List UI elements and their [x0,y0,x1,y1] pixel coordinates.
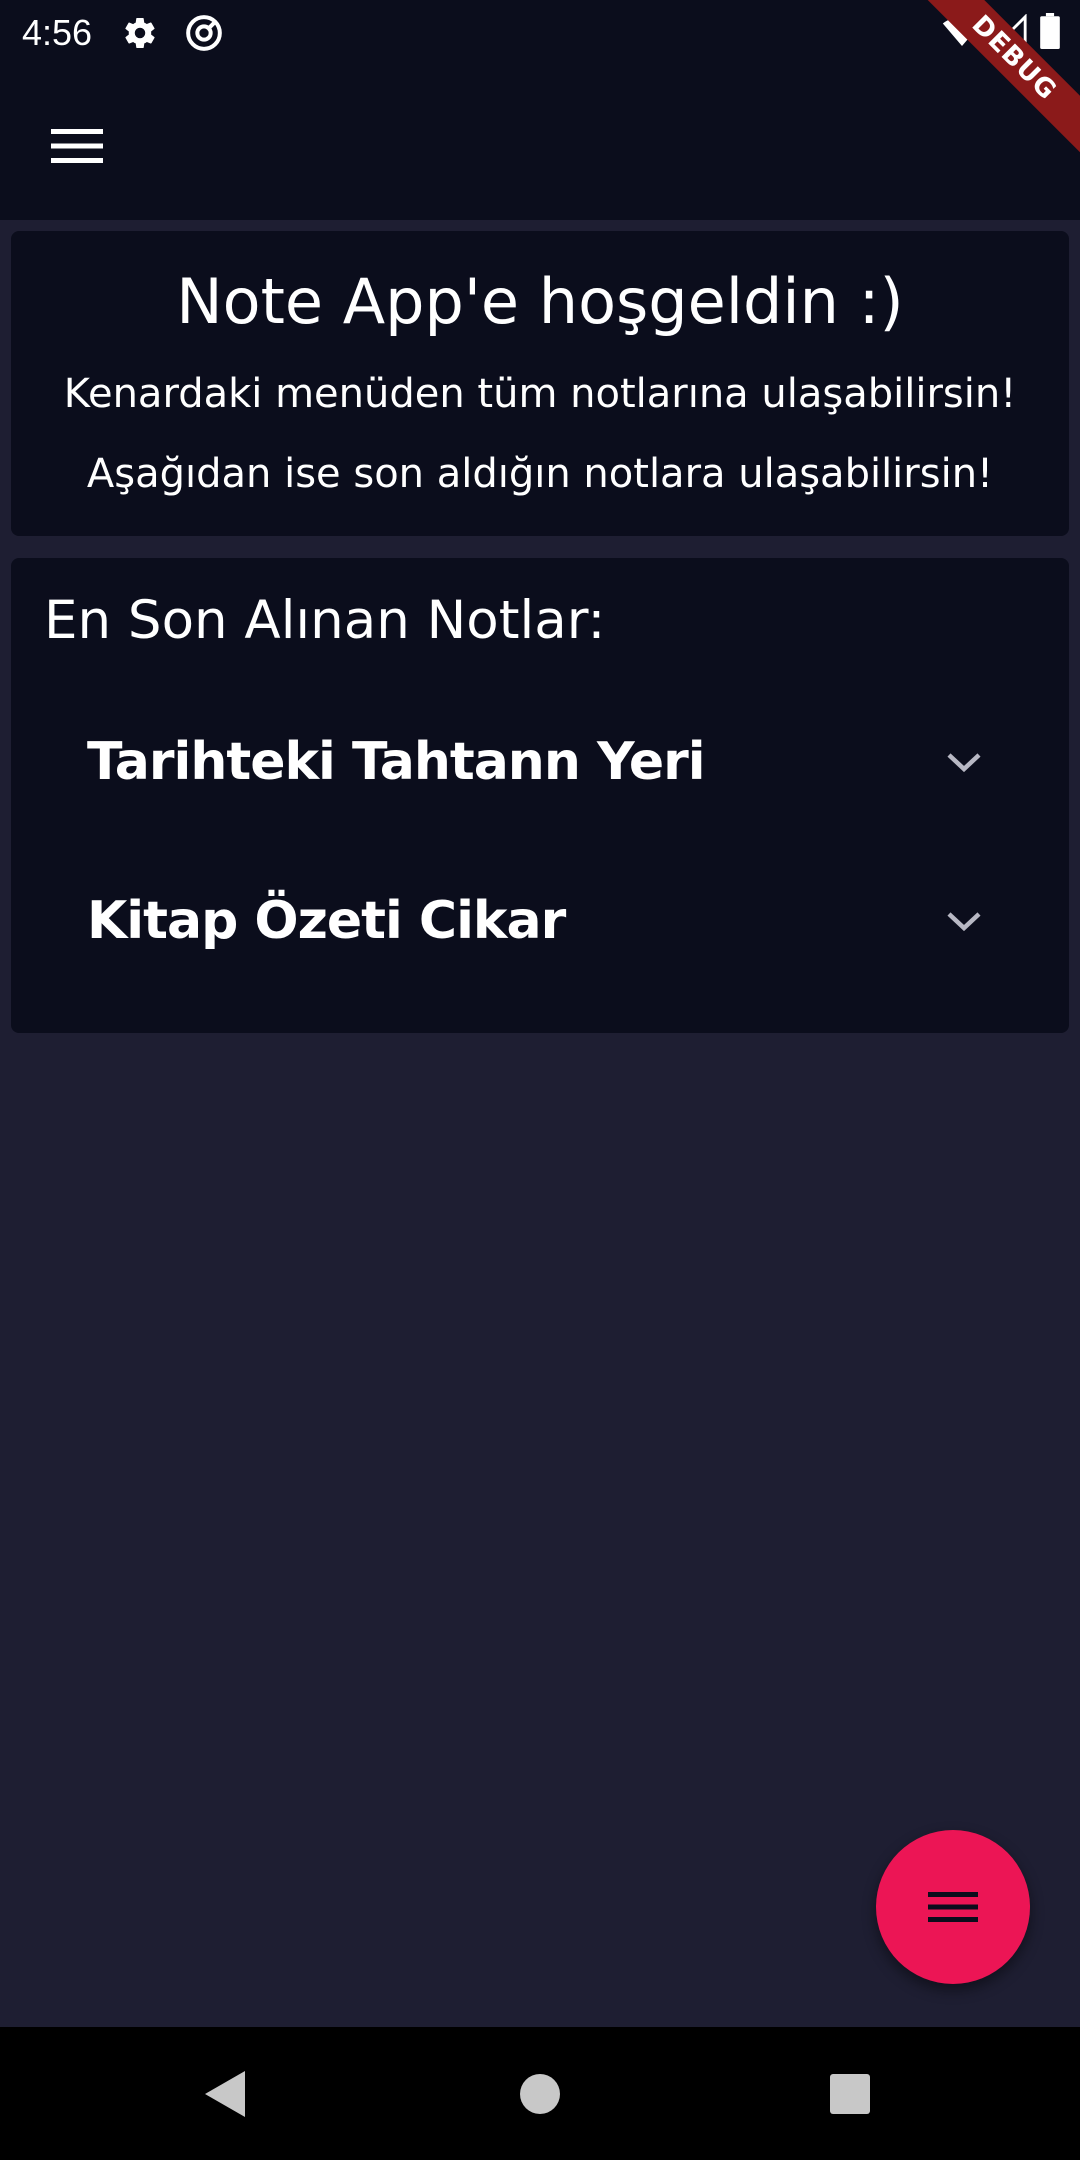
recent-notes-heading: En Son Alınan Notlar: [44,590,606,651]
status-time: 4:56 [22,12,93,53]
recent-notes-card: En Son Alınan Notlar: Tarihteki Tahtann … [11,558,1069,1033]
welcome-title: Note App'e hoşgeldin :) [176,265,904,338]
note-title: Kitap Özeti Cikar [87,891,566,951]
chevron-down-icon[interactable] [944,901,984,941]
app-bar [0,66,1080,220]
settings-gear-icon [122,15,158,51]
recents-square-icon[interactable] [815,2059,885,2129]
system-nav-bar [0,2027,1080,2160]
menu-lines-icon [928,1892,978,1922]
battery-icon [1040,13,1060,53]
status-bar: 4:56 [0,0,1080,66]
welcome-line-menu: Kenardaki menüden tüm notlarına ulaşabil… [63,371,1017,417]
wifi-icon [942,14,982,52]
home-circle-icon[interactable] [505,2059,575,2129]
menu-button[interactable] [28,106,126,186]
cell-signal-icon [993,13,1028,52]
chevron-down-icon[interactable] [944,742,984,782]
sync-at-icon [184,13,224,53]
note-item-kitap-ozeti-cikar[interactable]: Kitap Özeti Cikar [11,851,1069,991]
hamburger-menu-icon [51,129,103,163]
app-screen: 4:56 DEBUG Note App'e hoşgeldin:) Kenar… [0,0,1080,2160]
welcome-card: Note App'e hoşgeldin :) Kenardaki menüde… [11,231,1069,536]
note-item-tarihteki-tahtann-yeri[interactable]: Tarihteki Tahtann Yeri [11,692,1069,832]
note-title: Tarihteki Tahtann Yeri [87,732,706,792]
back-triangle-icon[interactable] [190,2059,260,2129]
fab-menu-button[interactable] [876,1830,1030,1984]
status-right-icons [942,0,1060,66]
welcome-line-recent: Aşağıdan ise son aldığın notlara ulaşabi… [86,451,994,497]
